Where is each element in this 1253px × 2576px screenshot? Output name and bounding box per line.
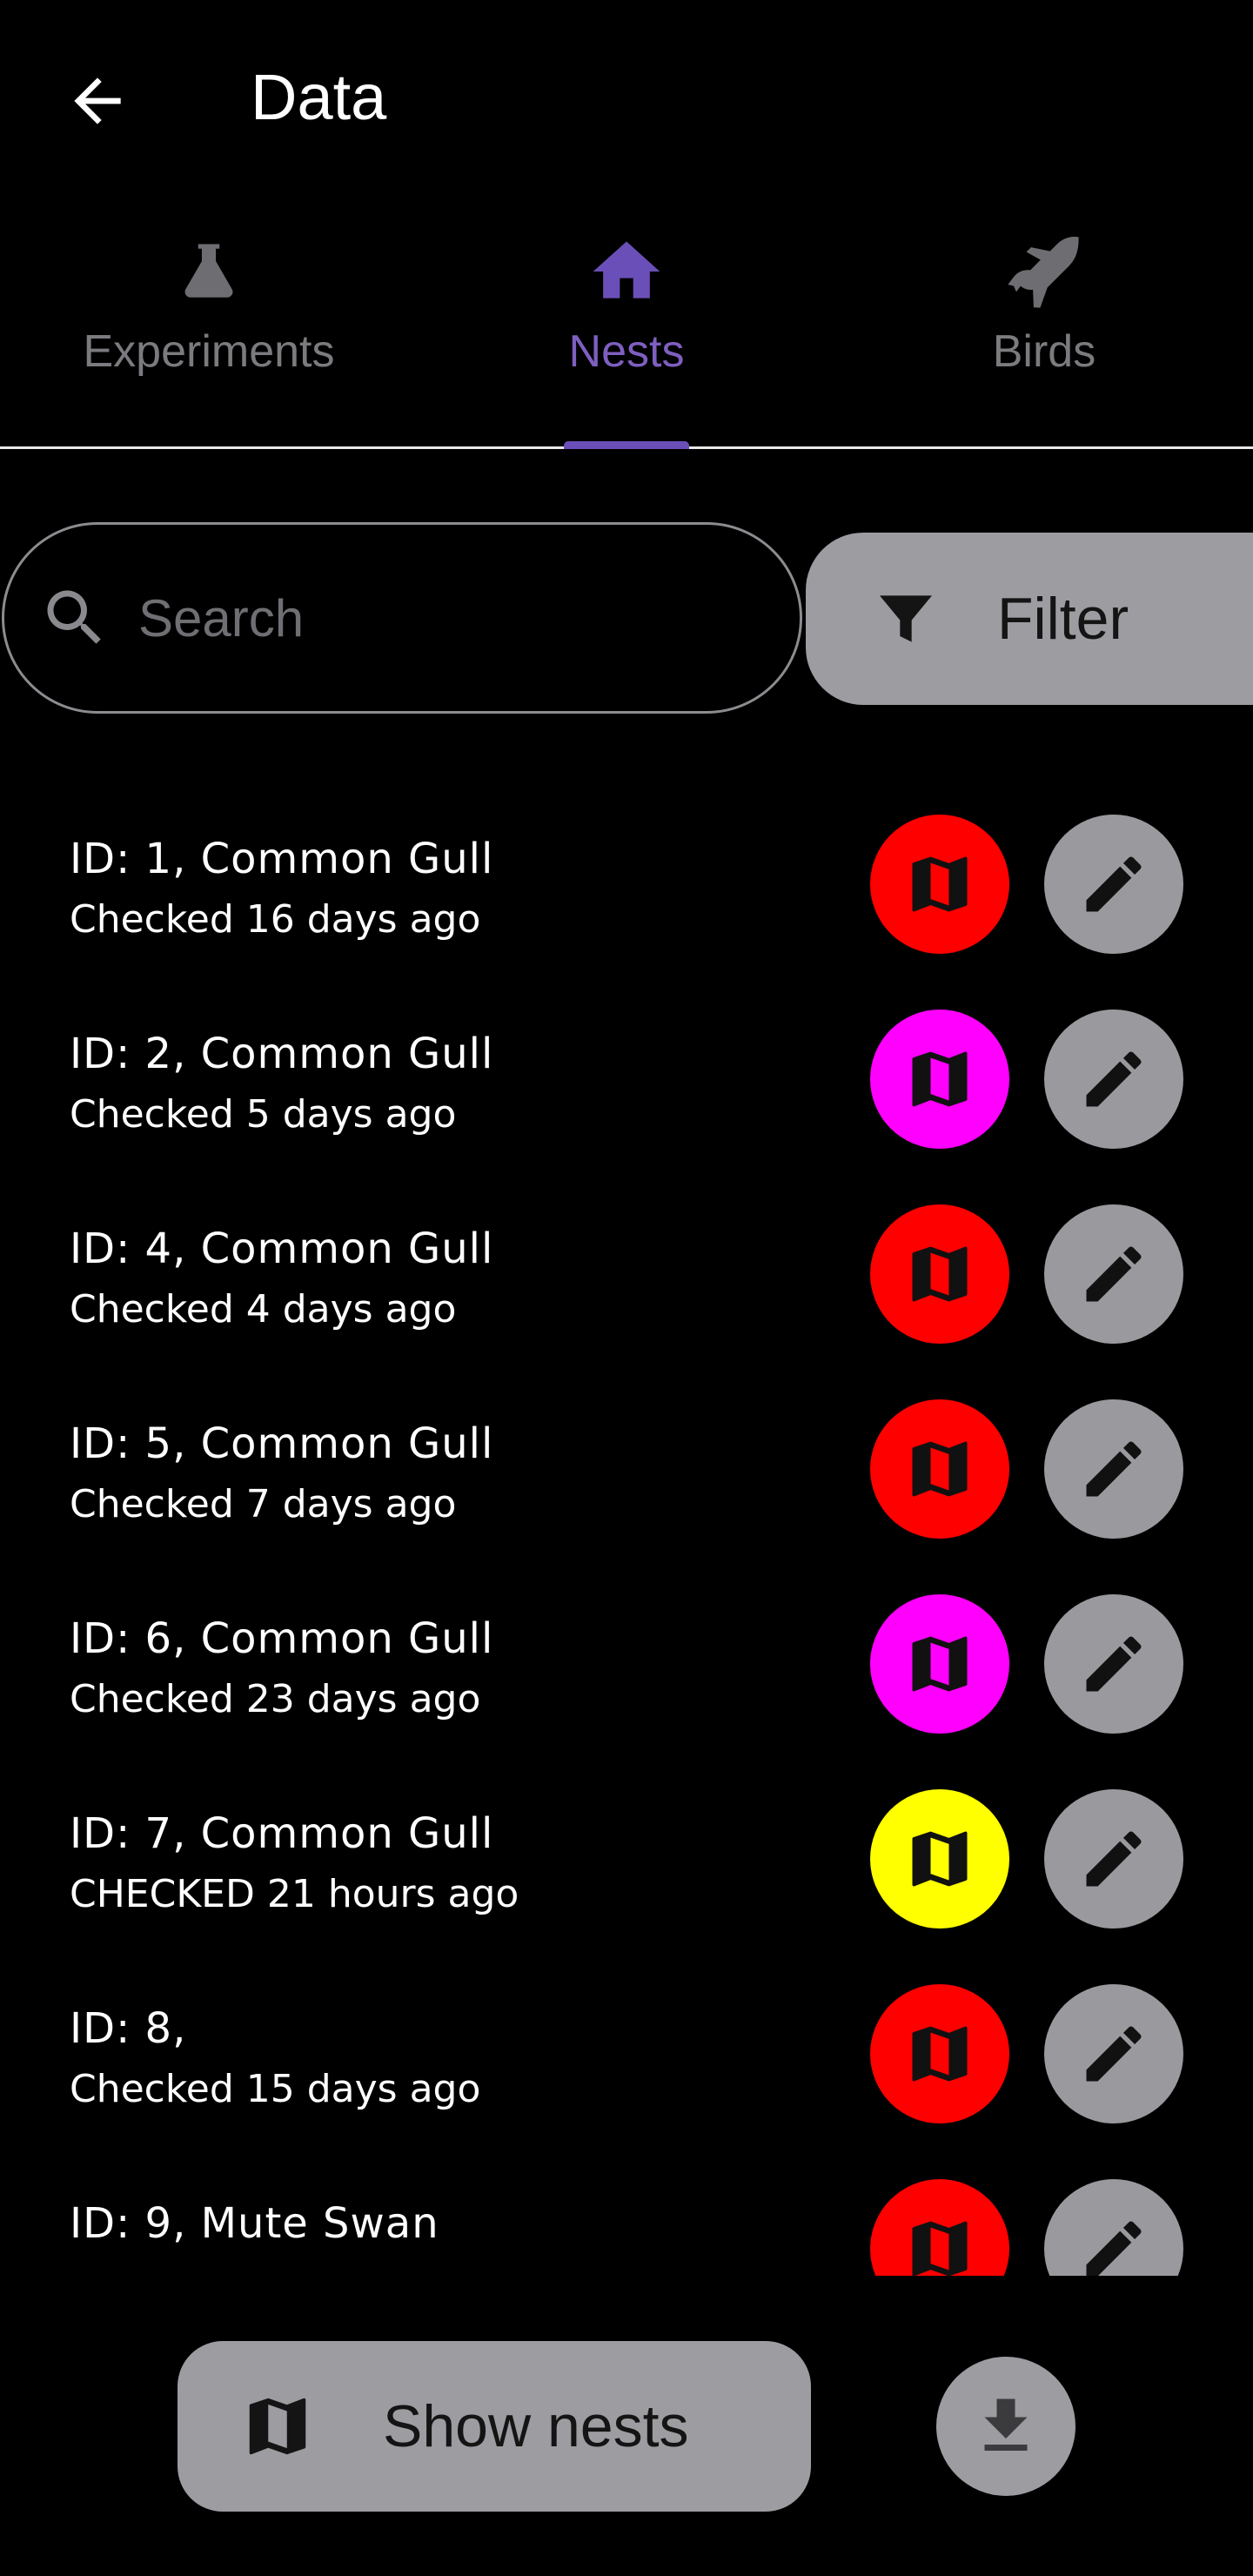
tab-bar: Experiments Nests Birds [0,209,1253,449]
pencil-icon [1086,856,1142,912]
map-icon [912,1246,968,1302]
search-icon [36,579,114,657]
tab-experiments[interactable]: Experiments [0,209,418,446]
pencil-icon [1086,1636,1142,1692]
map-icon [238,2387,317,2465]
search-box[interactable] [2,522,802,714]
nest-checked-time: Checked 15 days ago [70,2067,481,2111]
nest-title: ID: 4, Common Gull [70,1224,494,1273]
edit-button[interactable] [1044,1204,1183,1344]
nest-checked-time: Checked 5 days ago [70,1092,457,1137]
download-button[interactable] [936,2357,1075,2496]
view-on-map-button[interactable] [870,1010,1009,1149]
page-title: Data [251,61,387,133]
map-icon [912,2221,968,2276]
show-nests-button[interactable]: Show nests [178,2341,811,2512]
tab-label: Nests [568,326,685,377]
pencil-icon [1086,2221,1142,2276]
filter-label: Filter [997,586,1129,652]
tab-label: Experiments [83,326,335,377]
pencil-icon [1086,2026,1142,2082]
nest-checked-time: Checked 4 days ago [70,1287,457,1332]
pencil-icon [1086,1246,1142,1302]
list-item[interactable]: ID: 8, Checked 15 days ago [0,1955,1253,2150]
list-item[interactable]: ID: 6, Common Gull Checked 23 days ago [0,1566,1253,1761]
pencil-icon [1086,1831,1142,1887]
pencil-icon [1086,1441,1142,1497]
edit-button[interactable] [1044,1789,1183,1929]
pencil-icon [1086,1051,1142,1107]
edit-button[interactable] [1044,1399,1183,1539]
nest-title: ID: 1, Common Gull [70,835,494,883]
view-on-map-button[interactable] [870,1204,1009,1344]
nest-checked-time: Checked 7 days ago [70,1482,457,1526]
nest-title: ID: 2, Common Gull [70,1030,494,1078]
nest-checked-time: Checked 23 days ago [70,1677,481,1721]
tab-birds[interactable]: Birds [835,209,1253,446]
nest-title: ID: 9, Mute Swan [70,2199,439,2248]
tab-nests[interactable]: Nests [418,209,835,449]
filter-button[interactable]: Filter [806,533,1253,705]
tab-label: Birds [992,326,1096,377]
list-item[interactable]: ID: 4, Common Gull Checked 4 days ago [0,1176,1253,1371]
search-input[interactable] [137,587,749,649]
edit-button[interactable] [1044,2179,1183,2276]
view-on-map-button[interactable] [870,1789,1009,1929]
nest-title: ID: 5, Common Gull [70,1419,494,1468]
view-on-map-button[interactable] [870,1399,1009,1539]
map-icon [912,1051,968,1107]
bird-icon [1001,228,1088,315]
view-on-map-button[interactable] [870,1984,1009,2123]
list-item[interactable]: ID: 9, Mute Swan [0,2150,1253,2276]
nest-title: ID: 8, [70,2004,187,2053]
map-icon [912,856,968,912]
edit-button[interactable] [1044,1984,1183,2123]
download-icon [984,2398,1028,2451]
view-on-map-button[interactable] [870,1594,1009,1734]
edit-button[interactable] [1044,815,1183,954]
show-nests-label: Show nests [383,2393,689,2459]
view-on-map-button[interactable] [870,2179,1009,2276]
map-icon [912,2026,968,2082]
list-item[interactable]: ID: 7, Common Gull CHECKED 21 hours ago [0,1761,1253,1955]
filter-icon [868,581,943,656]
arrow-left-icon [74,77,121,124]
flask-icon [165,228,252,315]
nest-list: ID: 1, Common Gull Checked 16 days ago I… [0,786,1253,2276]
back-button[interactable] [45,49,150,153]
nest-title: ID: 7, Common Gull [70,1809,494,1858]
home-icon [583,228,670,315]
nest-checked-time: CHECKED 21 hours ago [70,1872,519,1916]
list-item[interactable]: ID: 1, Common Gull Checked 16 days ago [0,786,1253,981]
edit-button[interactable] [1044,1010,1183,1149]
tab-indicator [564,441,689,449]
list-item[interactable]: ID: 5, Common Gull Checked 7 days ago [0,1371,1253,1566]
view-on-map-button[interactable] [870,815,1009,954]
map-icon [912,1831,968,1887]
nest-title: ID: 6, Common Gull [70,1614,494,1663]
list-item[interactable]: ID: 2, Common Gull Checked 5 days ago [0,981,1253,1176]
edit-button[interactable] [1044,1594,1183,1734]
map-icon [912,1636,968,1692]
map-icon [912,1441,968,1497]
nest-checked-time: Checked 16 days ago [70,897,481,942]
